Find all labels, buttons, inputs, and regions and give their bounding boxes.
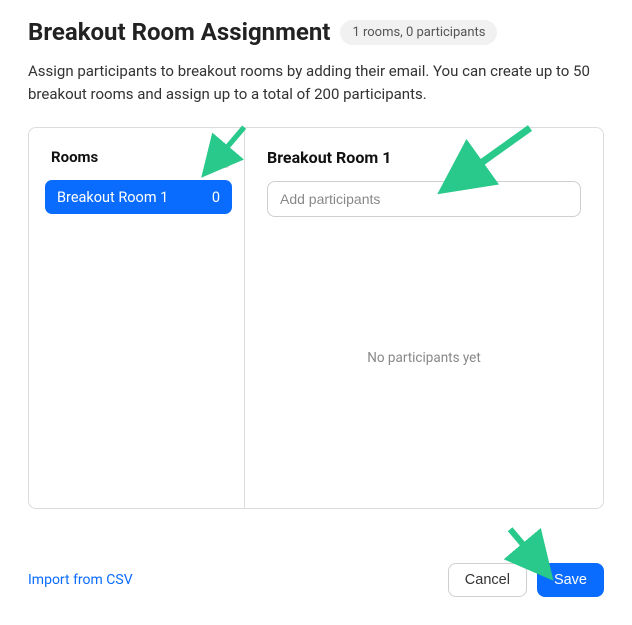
room-item-count: 0 xyxy=(212,189,220,206)
rooms-header: Rooms xyxy=(51,148,98,166)
room-detail-column: Breakout Room 1 No participants yet xyxy=(245,128,603,508)
room-count-badge: 1 rooms, 0 participants xyxy=(340,20,497,45)
add-participants-input[interactable] xyxy=(267,181,581,217)
rooms-column: Rooms + Breakout Room 1 0 xyxy=(29,128,245,508)
page-title: Breakout Room Assignment xyxy=(28,18,330,46)
no-participants-message: No participants yet xyxy=(267,217,581,498)
room-item-name: Breakout Room 1 xyxy=(57,189,168,206)
cancel-button[interactable]: Cancel xyxy=(448,563,527,597)
page-description: Assign participants to breakout rooms by… xyxy=(28,60,604,105)
add-room-button[interactable]: + xyxy=(208,146,230,168)
save-button[interactable]: Save xyxy=(537,563,604,597)
room-item[interactable]: Breakout Room 1 0 xyxy=(45,180,232,214)
import-csv-link[interactable]: Import from CSV xyxy=(28,572,133,588)
room-detail-title: Breakout Room 1 xyxy=(267,148,581,167)
assignment-panel: Rooms + Breakout Room 1 0 Breakout Room … xyxy=(28,127,604,509)
